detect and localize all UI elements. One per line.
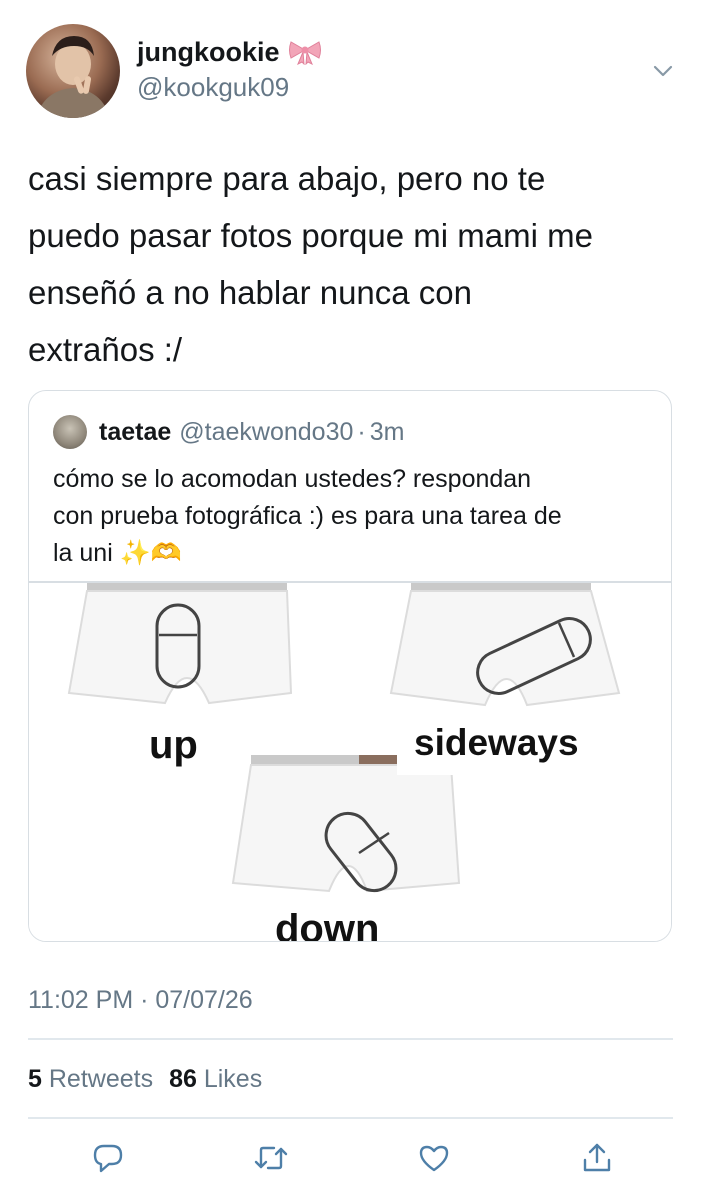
underwear-up-illustration [67, 583, 293, 705]
reply-icon[interactable] [90, 1140, 126, 1176]
chevron-down-icon[interactable] [650, 58, 676, 84]
quoted-tweet[interactable]: taetae @taekwondo30 · 3m cómo se lo acom… [28, 390, 672, 942]
tweet-timestamp[interactable]: 11:02 PM · 07/07/26 [28, 983, 253, 1017]
ribbon-bow-icon [288, 39, 322, 65]
quoted-author-avatar [53, 415, 87, 449]
share-icon[interactable] [579, 1140, 615, 1176]
quoted-tweet-image[interactable]: up sideways down [29, 583, 671, 941]
quoted-author-handle: @taekwondo30 [179, 418, 354, 446]
likes-stat[interactable]: 86 Likes [169, 1065, 262, 1093]
quoted-tweet-time: 3m [369, 418, 405, 446]
divider [28, 1038, 673, 1040]
tweet-text: casi siempre para abajo, pero no te pued… [28, 160, 593, 368]
tweet-actions [90, 1138, 615, 1178]
author-names: jungkookie @kookguk09 [137, 36, 322, 104]
quoted-tweet-text: cómo se lo acomodan ustedes? respondan c… [53, 465, 562, 567]
like-icon[interactable] [416, 1140, 452, 1176]
author-handle[interactable]: @kookguk09 [137, 70, 322, 104]
underwear-sideways-illustration [389, 583, 621, 707]
label-sideways: sideways [414, 722, 579, 763]
retweet-icon[interactable] [253, 1140, 289, 1176]
retweets-stat[interactable]: 5 Retweets [28, 1065, 153, 1093]
label-down: down [275, 907, 380, 942]
tweet-stats: 5 Retweets 86 Likes [28, 1062, 262, 1096]
quoted-author-name: taetae [99, 418, 172, 446]
tweet-header: jungkookie @kookguk09 [26, 24, 676, 120]
divider [28, 1117, 673, 1119]
underwear-down-illustration [231, 755, 461, 893]
author-avatar[interactable] [26, 24, 120, 118]
label-up: up [149, 723, 198, 767]
separator-dot: · [357, 418, 366, 446]
quoted-tweet-header: taetae @taekwondo30 · 3m [53, 415, 404, 449]
author-display-name[interactable]: jungkookie [137, 36, 322, 68]
